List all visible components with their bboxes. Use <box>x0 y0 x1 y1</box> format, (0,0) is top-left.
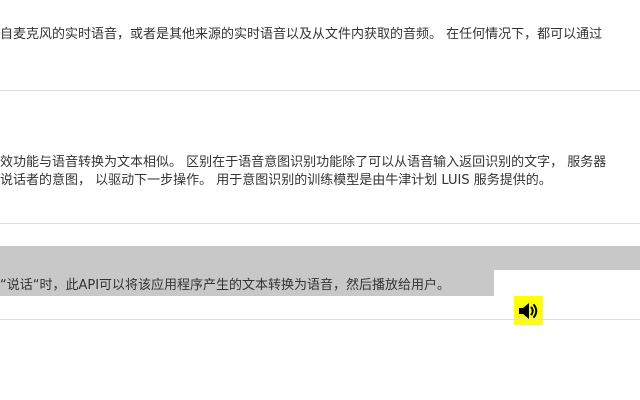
paragraph-speech-to-text-line: 自麦克风的实时语音，或者是其他来源的实时语音以及从文件内获取的音频。 在任何情况… <box>0 27 603 42</box>
selection-highlight-band <box>0 246 640 270</box>
article-page: 自麦克风的实时语音，或者是其他来源的实时语音以及从文件内获取的音频。 在任何情况… <box>0 0 640 400</box>
section-divider <box>0 223 640 224</box>
speaker-button[interactable] <box>514 296 543 325</box>
paragraph-intent-line-2: 说话者的意图， 以驱动下一步操作。 用于意图识别的训练模型是由牛津计划 LUIS… <box>0 173 552 188</box>
speaker-icon <box>518 302 537 319</box>
paragraph-text-to-speech-line: “说话“时，此API可以将该应用程序产生的文本转换为语音，然后播放给用户。 <box>0 278 451 293</box>
paragraph-intent-line-1: 效功能与语音转换为文本相似。 区别在于语音意图识别功能除了可以从语音输入返回识别… <box>0 155 607 170</box>
section-divider <box>0 319 640 320</box>
section-divider <box>0 90 640 91</box>
